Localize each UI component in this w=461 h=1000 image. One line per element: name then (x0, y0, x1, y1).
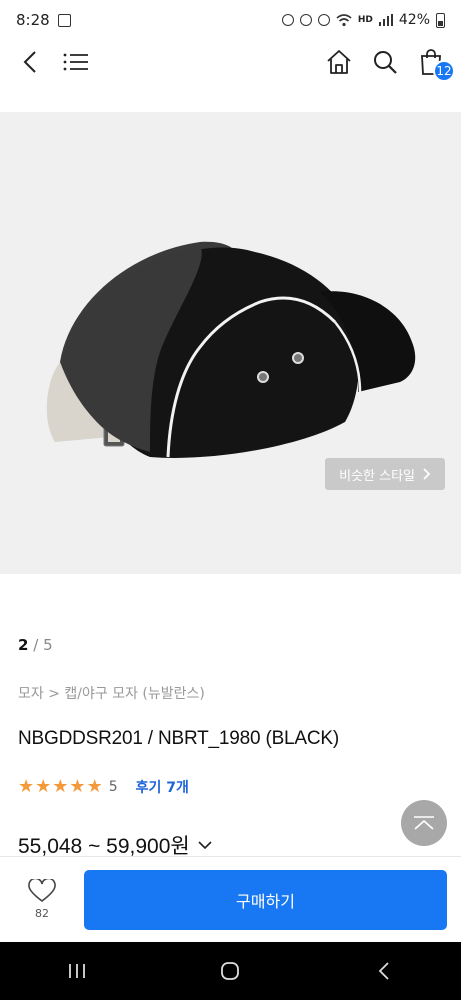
back-icon (23, 51, 36, 73)
battery-percent: 42% (398, 12, 430, 28)
chevron-down-icon (198, 840, 212, 849)
top-navigation: 12 (0, 40, 461, 84)
bottom-action-bar: 82 구매하기 (0, 856, 461, 942)
battery-icon (436, 12, 445, 28)
system-back-button[interactable] (354, 951, 414, 991)
cart-count-badge: 12 (433, 60, 455, 82)
status-time: 8:28 (16, 11, 50, 29)
scroll-top-button[interactable] (401, 800, 447, 846)
similar-style-label: 비슷한 스타일 (339, 468, 415, 484)
rating-count: 5 (108, 778, 118, 795)
star-icon: ★ (86, 776, 103, 797)
pager-current: 2 (18, 636, 29, 654)
image-pager: 2 / 5 (18, 636, 53, 654)
breadcrumb[interactable]: 모자 > 캡/야구 모자 (뉴발란스) (18, 683, 205, 703)
nav-right-group: 12 (321, 44, 455, 82)
heart-icon (28, 879, 56, 903)
back-button[interactable] (12, 44, 48, 80)
star-icon: ★ (18, 776, 35, 797)
alarm-icon (299, 14, 312, 26)
search-icon (374, 51, 397, 74)
menu-button[interactable] (58, 44, 94, 80)
like-button[interactable]: 82 (14, 879, 70, 920)
product-title: NBGDDSR201 / NBRT_1980 (BLACK) (18, 728, 339, 749)
system-home-icon (221, 962, 240, 980)
star-icon: ★ (52, 776, 69, 797)
mute-icon (317, 14, 330, 26)
pager-total: 5 (43, 636, 53, 654)
recent-apps-icon (68, 964, 85, 978)
status-left: 8:28 (16, 11, 71, 29)
similar-style-button[interactable]: 비슷한 스타일 (325, 458, 445, 490)
scroll-top-icon (414, 816, 434, 830)
buy-button[interactable]: 구매하기 (84, 869, 447, 930)
status-bar: 8:28 HD 42% (0, 0, 461, 40)
system-home-button[interactable] (200, 951, 260, 991)
product-image[interactable] (0, 112, 461, 574)
status-right: HD 42% (281, 12, 445, 28)
pager-separator: / (33, 636, 39, 654)
review-link[interactable]: 후기 7개 (136, 777, 189, 797)
menu-icon (63, 53, 88, 71)
signal-icon (378, 14, 393, 26)
home-button[interactable] (321, 44, 357, 80)
chevron-right-icon (423, 468, 431, 480)
gallery-notification-icon (57, 13, 71, 27)
account-icon (281, 14, 294, 26)
wifi-icon (336, 14, 352, 27)
android-navigation-bar (0, 942, 461, 1000)
star-icon: ★ (35, 776, 52, 797)
search-button[interactable] (367, 44, 403, 80)
system-back-icon (378, 962, 389, 980)
rating-row: ★ ★ ★ ★ ★ 5 후기 7개 (18, 776, 189, 797)
like-count: 82 (35, 907, 49, 920)
recent-apps-button[interactable] (47, 951, 107, 991)
cap-image (46, 241, 416, 458)
home-icon (327, 50, 351, 74)
star-icon: ★ (69, 776, 86, 797)
star-rating: ★ ★ ★ ★ ★ (18, 776, 103, 797)
network-label: HD (357, 15, 373, 25)
cart-button[interactable]: 12 (413, 44, 455, 82)
